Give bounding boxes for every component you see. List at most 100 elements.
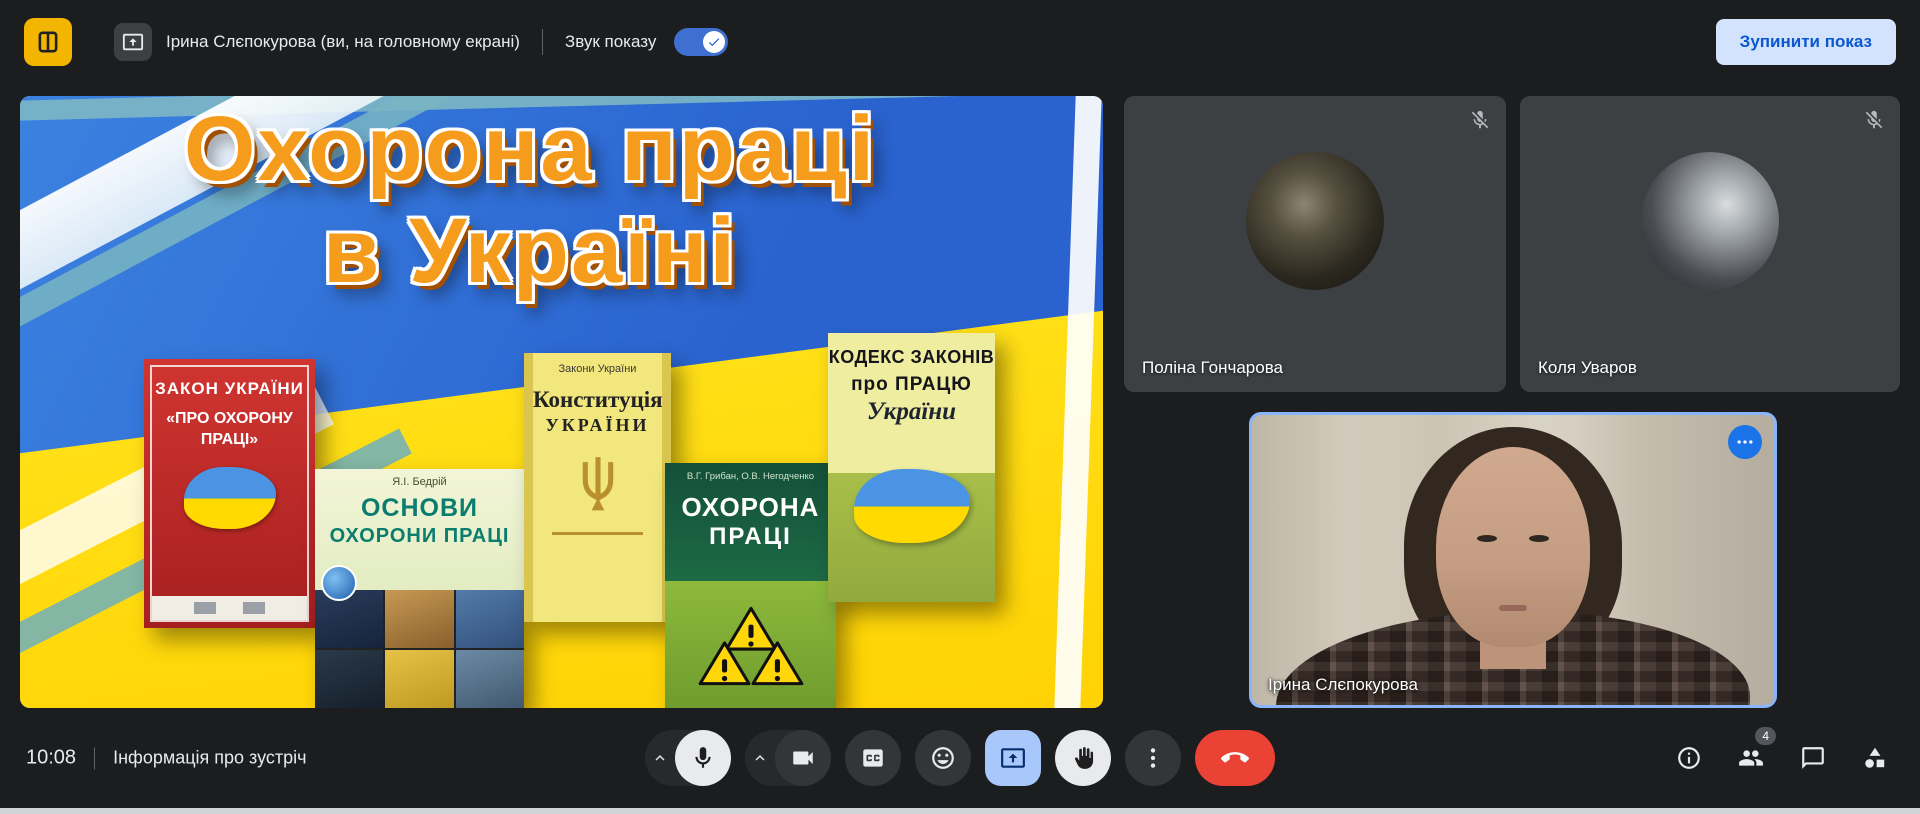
book-cover-top: В.Г. Грибан, О.В. Негодченко ОХОРОНА ПРА… (665, 463, 836, 581)
mic-off-icon (1863, 109, 1885, 131)
share-audio-toggle[interactable] (674, 28, 728, 56)
screen-bottom-edge (0, 808, 1920, 814)
self-name: Ірина Слєпокурова (1268, 675, 1418, 695)
slide-title-line1: Охорона праці (70, 98, 990, 200)
participant-name: Коля Уваров (1538, 358, 1637, 378)
present-to-all-icon (122, 31, 144, 53)
stop-presenting-button[interactable]: Зупинити показ (1716, 19, 1896, 65)
more-vert-icon (1140, 745, 1166, 771)
raised-hand-icon (1070, 745, 1096, 771)
top-bar: Ірина Слєпокурова (ви, на головному екра… (0, 0, 1920, 84)
book-title: про ПРАЦЮ (828, 374, 995, 396)
mic-options-chevron[interactable] (645, 730, 675, 786)
self-video-person (1529, 535, 1549, 542)
meeting-info-label[interactable]: Інформація про зустріч (113, 748, 306, 769)
meet-window: Ірина Слєпокурова (ви, на головному екра… (0, 0, 1920, 814)
meeting-details-button[interactable] (1666, 735, 1712, 781)
book-title: ОХОРОНА (665, 492, 836, 523)
share-audio-label: Звук показу (565, 32, 656, 52)
toggle-knob (703, 31, 725, 53)
book-title: «ПРО ОХОРОНУ (166, 409, 293, 430)
book-cover-frame: ЗАКОН УКРАЇНИ «ПРО ОХОРОНУ ПРАЦІ» (150, 365, 309, 622)
chat-button[interactable] (1790, 735, 1836, 781)
mic-icon (690, 745, 716, 771)
book-title: Конституція (533, 387, 662, 413)
clock: 10:08 (26, 747, 76, 770)
meeting-info-group: 10:08 Інформація про зустріч (26, 747, 307, 770)
book-title: ОХОРОНИ ПРАЦІ (315, 525, 524, 548)
self-video-person (1499, 605, 1527, 611)
emoji-icon (930, 745, 956, 771)
activities-button[interactable] (1852, 735, 1898, 781)
avatar (1641, 152, 1779, 290)
activities-icon (1862, 745, 1888, 771)
ukraine-map (184, 467, 276, 529)
mic-control-group (645, 730, 731, 786)
book-authors: В.Г. Грибан, О.В. Негодченко (665, 463, 836, 482)
captions-button[interactable] (845, 730, 901, 786)
photo-montage (315, 590, 524, 708)
book-author: Я.І. Бедрій (315, 469, 524, 488)
self-video-tile[interactable]: Ірина Слєпокурова (1249, 412, 1777, 708)
book-title: КОДЕКС ЗАКОНІВ (828, 347, 995, 368)
more-horiz-icon (1735, 432, 1755, 452)
bottom-bar-divider (94, 747, 95, 769)
slide-title: Охорона праці в Україні (70, 98, 990, 302)
participant-tile-kolya[interactable]: Коля Уваров (1520, 96, 1900, 392)
book-law-on-labor-protection: ЗАКОН УКРАЇНИ «ПРО ОХОРОНУ ПРАЦІ» (144, 359, 315, 628)
presentation-tile[interactable]: Охорона праці в Україні ЗАКОН УКРАЇНИ «П… (20, 96, 1103, 708)
camera-control-group (745, 730, 831, 786)
book-title: УКРАЇНИ (533, 415, 662, 436)
book-title: ЗАКОН УКРАЇНИ (155, 379, 304, 399)
top-bar-divider (542, 29, 543, 55)
book-cover-bottom (665, 581, 836, 708)
videocam-icon (790, 745, 816, 771)
self-video-person (1477, 535, 1497, 542)
participant-name: Поліна Гончарова (1142, 358, 1283, 378)
chevron-up-icon (651, 749, 669, 767)
book-osnovy-okhorony-pratsi: Я.І. Бедрій ОСНОВИ ОХОРОНИ ПРАЦІ (315, 469, 524, 708)
info-icon (1676, 745, 1702, 771)
app-logo-icon (24, 18, 72, 66)
chat-icon (1800, 745, 1826, 771)
globe-logo (321, 565, 357, 601)
shared-slide: Охорона праці в Україні ЗАКОН УКРАЇНИ «П… (20, 96, 1103, 708)
self-video-person (1436, 447, 1590, 647)
end-call-button[interactable] (1195, 730, 1275, 786)
panel-buttons: 4 (1666, 735, 1898, 781)
more-options-button[interactable] (1125, 730, 1181, 786)
book-footer (152, 596, 307, 620)
book-ornament (552, 532, 642, 535)
reactions-button[interactable] (915, 730, 971, 786)
book-title: ПРАЦІ (665, 523, 836, 551)
mic-button[interactable] (675, 730, 731, 786)
closed-captions-icon (860, 745, 886, 771)
control-bar: 10:08 Інформація про зустріч (0, 708, 1920, 808)
book-title: ПРАЦІ» (201, 430, 258, 451)
chevron-up-icon (751, 749, 769, 767)
people-icon (1738, 745, 1764, 771)
ukraine-map (854, 469, 970, 543)
camera-options-chevron[interactable] (745, 730, 775, 786)
book-series: Закони України (533, 363, 662, 375)
book-okhorona-pratsi: В.Г. Грибан, О.В. Негодченко ОХОРОНА ПРА… (665, 463, 836, 708)
check-icon (707, 35, 721, 49)
call-controls (645, 730, 1275, 786)
book-labor-code: КОДЕКС ЗАКОНІВ про ПРАЦЮ України (828, 333, 995, 602)
participant-tile-polina[interactable]: Поліна Гончарова (1124, 96, 1506, 392)
avatar (1246, 152, 1384, 290)
slide-title-line2: в Україні (70, 200, 990, 302)
call-end-icon (1221, 744, 1249, 772)
camera-button[interactable] (775, 730, 831, 786)
mic-off-icon (1469, 109, 1491, 131)
participant-count-badge: 4 (1755, 727, 1776, 745)
raise-hand-button[interactable] (1055, 730, 1111, 786)
people-button-wrap: 4 (1728, 735, 1774, 781)
tile-options-button[interactable] (1728, 425, 1762, 459)
presenting-screen-icon (114, 23, 152, 61)
book-title: ОСНОВИ (315, 494, 524, 523)
warning-signs-icon (690, 602, 812, 688)
present-button[interactable] (985, 730, 1041, 786)
book-constitution: Закони України Конституція УКРАЇНИ (524, 353, 671, 622)
door-glyph-icon (35, 29, 61, 55)
